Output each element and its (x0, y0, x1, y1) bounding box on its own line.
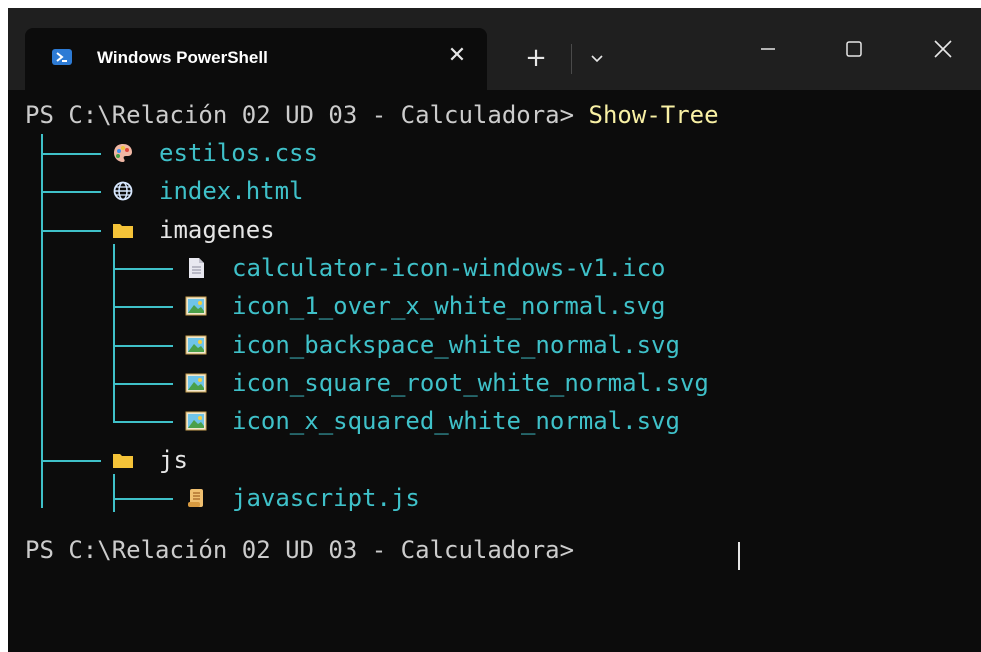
tree-file-name: estilos.css (159, 139, 318, 168)
tab-title: Windows PowerShell (97, 48, 268, 67)
terminal-output[interactable]: PS C:\Relación 02 UD 03 - Calculadora> S… (8, 90, 981, 652)
prompt: PS C:\Relación 02 UD 03 - Calculadora> (25, 536, 589, 564)
maximize-button[interactable] (834, 34, 874, 64)
tree-file-name: icon_square_root_white_normal.svg (232, 368, 709, 397)
chevron-down-icon[interactable] (587, 48, 607, 68)
minimize-button[interactable] (748, 34, 788, 64)
tree-branch-line (113, 344, 173, 347)
palette-icon (112, 142, 134, 164)
prompt-line-end: PS C:\Relación 02 UD 03 - Calculadora> (25, 531, 589, 569)
tree-file-name: icon_x_squared_white_normal.svg (232, 407, 680, 436)
tree-branch-line (41, 459, 101, 462)
tree-branch-line (113, 306, 173, 309)
tree-folder-name: js (159, 445, 188, 474)
image-icon (185, 372, 207, 394)
tree-branch-line (41, 191, 101, 194)
folder-icon (112, 219, 134, 241)
tree-branch-line (113, 382, 173, 385)
tree-branch-line (41, 153, 101, 156)
image-icon (185, 295, 207, 317)
powershell-icon (52, 49, 72, 65)
tab-close-icon[interactable]: ✕ (445, 44, 469, 68)
close-window-button[interactable] (923, 34, 963, 64)
tree-branch-line (113, 421, 173, 424)
image-icon (185, 334, 207, 356)
image-icon (185, 410, 207, 432)
new-tab-button[interactable]: + (524, 45, 548, 71)
scroll-icon (185, 487, 207, 509)
divider (571, 44, 572, 74)
tree-file-name: calculator-icon-windows-v1.ico (232, 254, 666, 283)
tree-file-name: icon_1_over_x_white_normal.svg (232, 292, 666, 321)
tree-branch-line (113, 243, 115, 423)
title-bar[interactable]: Windows PowerShell ✕ + (8, 8, 981, 90)
tree-file-name: javascript.js (232, 483, 420, 512)
terminal-window: Windows PowerShell ✕ + PS C:\Relación 02… (8, 8, 981, 652)
folder-icon (112, 449, 134, 471)
tree-file-name: index.html (159, 177, 304, 206)
tab-windows-powershell[interactable]: Windows PowerShell ✕ (25, 28, 487, 90)
tree-branch-line (113, 473, 115, 512)
tree-branch-line (113, 268, 173, 271)
tree-branch-line (41, 134, 43, 508)
tree-file-name: icon_backspace_white_normal.svg (232, 330, 680, 359)
document-icon (185, 257, 207, 279)
tree-branch-line (41, 229, 101, 232)
text-cursor (738, 542, 740, 570)
tree-branch-line (113, 497, 173, 500)
tree-branch-line (41, 134, 43, 146)
globe-icon (112, 180, 134, 202)
tree-folder-name: imagenes (159, 215, 275, 244)
